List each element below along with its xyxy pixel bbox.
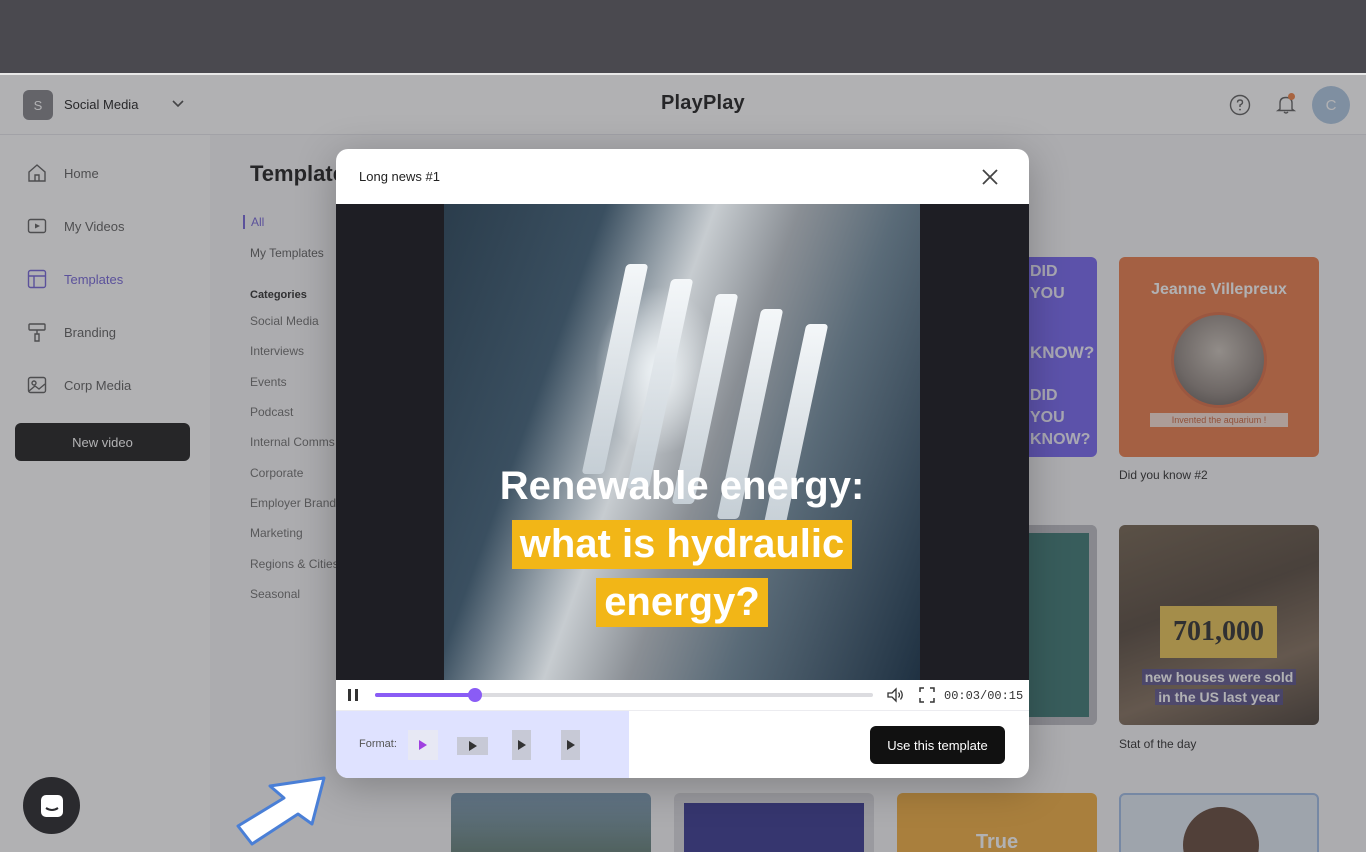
video-player[interactable]: Renewable energy: what is hydraulic ener… xyxy=(336,204,1029,680)
play-icon xyxy=(419,740,427,750)
progress-bar[interactable] xyxy=(375,688,873,702)
format-portrait-button[interactable] xyxy=(512,730,531,760)
progress-fill xyxy=(375,693,475,697)
pointer-arrow-icon xyxy=(236,776,326,846)
format-square-button[interactable] xyxy=(408,730,438,760)
chat-icon xyxy=(40,794,63,817)
player-controls: 00:03/00:15 xyxy=(336,680,1029,710)
progress-handle[interactable] xyxy=(467,688,482,702)
headline-highlight: what is hydraulic xyxy=(511,520,853,569)
use-template-button[interactable]: Use this template xyxy=(870,726,1005,764)
format-landscape-button[interactable] xyxy=(457,737,488,755)
video-frame: Renewable energy: what is hydraulic ener… xyxy=(444,204,920,680)
format-label: Format: xyxy=(359,738,397,750)
close-icon[interactable] xyxy=(979,166,1001,188)
video-headline: energy? xyxy=(444,578,920,627)
play-icon xyxy=(517,740,526,750)
modal-footer: Format: Use this template xyxy=(336,710,1029,778)
chat-launcher-button[interactable] xyxy=(23,777,80,834)
top-strip xyxy=(0,0,1366,74)
video-headline: Renewable energy: xyxy=(499,464,865,508)
modal-title: Long news #1 xyxy=(359,169,440,184)
fullscreen-icon[interactable] xyxy=(918,686,936,704)
volume-icon[interactable] xyxy=(885,685,905,705)
format-story-button[interactable] xyxy=(561,730,580,760)
play-icon xyxy=(566,740,575,750)
play-icon xyxy=(468,741,477,751)
headline-highlight: energy? xyxy=(596,578,768,627)
format-selector: Format: xyxy=(336,711,629,778)
pause-icon[interactable] xyxy=(346,687,360,703)
timecode: 00:03/00:15 xyxy=(944,689,1024,703)
template-preview-modal: Long news #1 Renewable energy: what is h… xyxy=(336,149,1029,778)
video-headline: what is hydraulic xyxy=(444,520,920,569)
